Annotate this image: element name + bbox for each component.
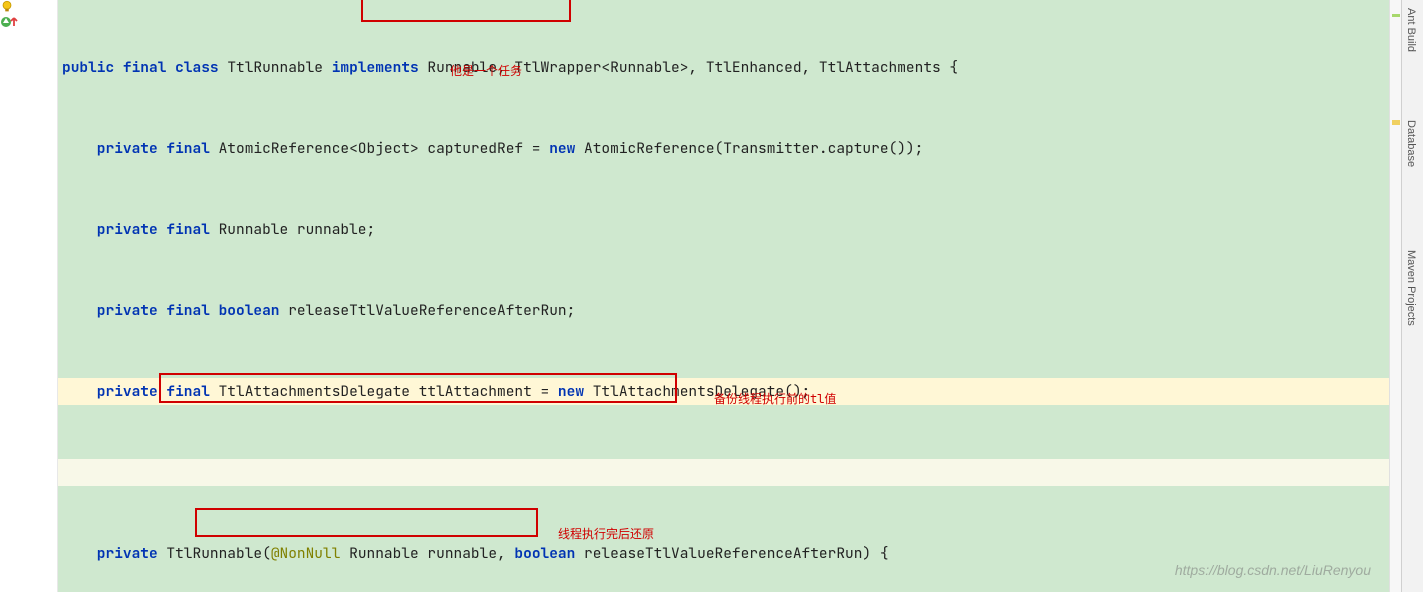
stripe-mark [1392,120,1400,125]
annotation-text: 他是一个任务 [450,58,522,85]
error-stripe[interactable] [1389,0,1401,592]
override-up-icon[interactable] [0,14,22,30]
code-line: private final boolean releaseTtlValueRef… [58,297,1389,324]
editor-wrap: public final class TtlRunnable implement… [0,0,1423,592]
annotation-text: 备份线程执行前的tl值 [714,386,836,413]
stripe-mark [1392,14,1400,17]
sidebar-tab-ant[interactable]: Ant Build [1405,8,1417,52]
code-line: private final Runnable runnable; [58,216,1389,243]
code-line: public final class TtlRunnable implement… [58,54,1389,81]
highlight-box [195,508,538,537]
sidebar-tab-maven[interactable]: Maven Projects [1405,250,1417,326]
gutter [0,0,58,592]
right-tool-sidebar: Ant Build Database Maven Projects [1401,0,1423,592]
code-line: private TtlRunnable(@NonNull Runnable ru… [58,540,1389,567]
annotation-text: 线程执行完后还原 [558,521,654,548]
code-line [58,459,1389,486]
code-line: private final AtomicReference<Object> ca… [58,135,1389,162]
sidebar-tab-database[interactable]: Database [1405,120,1417,167]
code-area[interactable]: public final class TtlRunnable implement… [58,0,1389,592]
intention-bulb-icon[interactable] [0,0,14,14]
highlight-box [361,0,571,22]
